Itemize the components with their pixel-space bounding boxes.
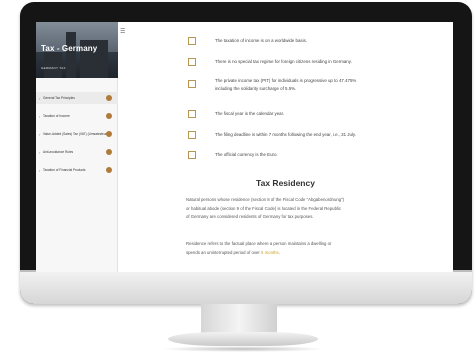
monitor-chin [20,270,472,304]
paragraph-residency: Natural persons whose residence (section… [186,196,426,222]
sidebar: Tax - Germany GERMANY TAX › General Tax … [36,22,118,272]
sidebar-item-label: Anti-avoidance Rules [43,150,74,154]
checkbox[interactable] [188,37,196,45]
paragraph-line: Natural persons whose residence (section… [186,197,345,202]
paragraph-line: or habitual abode (section 9 of the Fisc… [186,205,342,211]
sidebar-item-taxation-of-financial-products[interactable]: › Taxation of Financial Products [36,164,118,176]
status-dot-icon [106,113,112,119]
checkbox[interactable] [188,58,196,66]
status-dot-icon [106,131,112,137]
main-content: The taxation of income is on a worldwide… [118,22,453,272]
sidebar-item-taxation-of-income[interactable]: › Taxation of Income [36,110,118,122]
checklist-item-text: There is no special tax regime for forei… [215,59,352,64]
paragraph-line: of Germany are considered residents of G… [186,214,314,219]
hero-building-left [44,52,62,78]
paragraph-line: spends an uninterrupted period of over 6… [186,249,426,258]
checklist-item-text: The taxation of income is on a worldwide… [215,38,308,43]
sidebar-item-general-tax-principles[interactable]: › General Tax Principles [36,92,118,104]
checkbox[interactable] [188,80,196,88]
sidebar-item-label: General Tax Principles [43,96,75,100]
monitor-stand-base [168,332,318,346]
checklist-item-text: The filing deadline is within 7 months f… [215,132,356,137]
paragraph-text: spends an uninterrupted period of over [186,249,262,255]
checklist-item-text: The private income tax (PIT) for individ… [215,78,357,83]
checkbox[interactable] [188,110,196,118]
checklist-item-text: The fiscal year is the calendar year. [215,111,285,116]
sidebar-item-label: Value-Added (Sales) Tax (VAT) (Umsatzste… [43,132,110,136]
section-title: Tax Residency [256,178,315,188]
sidebar-item-vat[interactable]: › Value-Added (Sales) Tax (VAT) (Umsatzs… [36,128,118,140]
checklist-item-text-continued: including the solidarity surcharge of 5.… [215,86,297,91]
monitor-stand-shadow [160,346,326,352]
sidebar-nav: › General Tax Principles › Taxation of I… [36,92,118,182]
sidebar-hero-image: Tax - Germany GERMANY TAX [36,22,118,78]
status-dot-icon [106,149,112,155]
checkbox[interactable] [188,131,196,139]
sidebar-item-label: Taxation of Income [43,114,70,118]
paragraph-text: . [278,249,280,255]
screen: Tax - Germany GERMANY TAX › General Tax … [36,22,453,272]
checklist-item-text: The official currency is the Euro. [215,152,278,157]
sidebar-item-label: Taxation of Financial Products [43,168,86,172]
checkbox[interactable] [188,151,196,159]
highlighted-duration: 6 months [261,249,279,255]
hero-tower [66,32,76,78]
paragraph-line: Residence refers to the factual place wh… [186,241,332,246]
sidebar-item-anti-avoidance-rules[interactable]: › Anti-avoidance Rules [36,146,118,158]
paragraph-residence-definition: Residence refers to the factual place wh… [186,240,426,257]
status-dot-icon [106,95,112,101]
status-dot-icon [106,167,112,173]
sidebar-subtitle: GERMANY TAX [41,66,66,70]
sidebar-title: Tax - Germany [41,44,98,53]
